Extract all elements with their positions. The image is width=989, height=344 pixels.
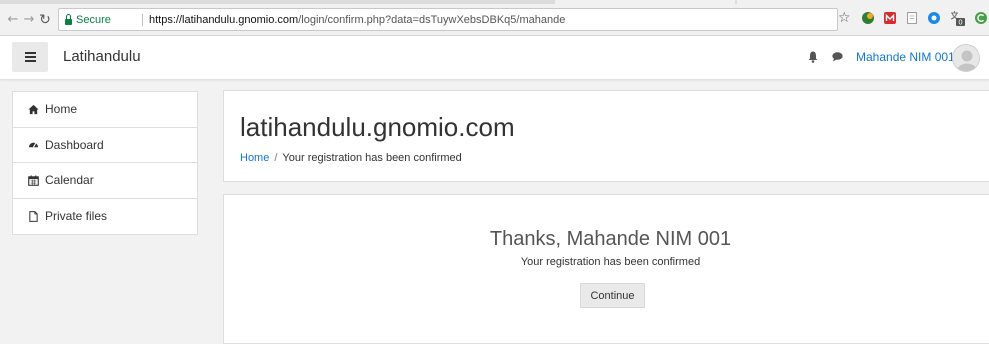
sidebar-item-label: Private files [45, 209, 108, 224]
home-icon [28, 104, 39, 114]
chat-icon[interactable] [832, 52, 843, 62]
user-silhouette-icon [957, 50, 977, 71]
tab-strip [0, 0, 989, 4]
confirmation-message: Your registration has been confirmed [520, 256, 701, 268]
url-host: https://latihandulu.gnomio.com [149, 14, 299, 26]
green-leaf-icon[interactable] [861, 11, 875, 25]
thanks-heading: Thanks, Mahande NIM 001 [489, 228, 732, 250]
extension-badge: 0 [958, 19, 962, 27]
page-header: latihandulu.gnomio.com Home / Your registr… [223, 90, 989, 182]
sidebar-item-label: Dashboard [45, 137, 104, 152]
page-icon[interactable] [905, 11, 919, 25]
sidebar-item-private-files[interactable]: Private files [13, 199, 197, 235]
breadcrumb: Home / Your registration has been confirme… [240, 152, 462, 164]
reload-icon[interactable]: ↻ [37, 12, 53, 28]
forward-arrow-icon[interactable]: → [21, 12, 37, 28]
url-text[interactable]: https://latihandulu.gnomio.com/login/con… [149, 12, 565, 28]
red-m-icon[interactable] [883, 11, 897, 25]
dashboard-icon [28, 142, 39, 148]
continue-button[interactable]: Continue [580, 283, 645, 308]
browser-toolbar: ← → ↻ Secure https://latihandulu.gnomio.… [0, 0, 989, 36]
sidebar-item-home[interactable]: Home [13, 92, 197, 128]
address-bar[interactable]: Secure https://latihandulu.gnomio.com/lo… [58, 8, 838, 31]
user-name[interactable]: Mahande NIM 001 [856, 50, 955, 64]
page-title: latihandulu.gnomio.com [240, 112, 515, 142]
sidebar-item-label: Calendar [45, 173, 94, 188]
site-brand[interactable]: Latihandulu [63, 48, 141, 65]
nav-drawer: Home Dashboard Calendar Private files [12, 91, 198, 235]
secure-label: Secure [76, 14, 111, 26]
divider [142, 14, 143, 26]
breadcrumb-current: Your registration has been confirmed [282, 152, 462, 164]
green-c-icon[interactable] [974, 11, 988, 25]
sidebar-item-dashboard[interactable]: Dashboard [13, 128, 197, 163]
bell-icon[interactable] [808, 51, 818, 63]
top-navbar: Latihandulu Mahande NIM 001 [0, 36, 989, 80]
lock-icon [65, 14, 72, 25]
browser-tab[interactable] [555, 0, 735, 4]
main-content: Thanks, Mahande NIM 001 Your registratio… [223, 194, 989, 344]
breadcrumb-separator: / [274, 152, 278, 164]
secure-indicator[interactable]: Secure [65, 12, 111, 28]
sidebar-item-calendar[interactable]: Calendar [13, 163, 197, 199]
calendar-icon [28, 175, 39, 186]
blue-circle-icon[interactable] [927, 11, 941, 25]
url-path: /login/confirm.php?data=dsTuywXebsDBKq5/… [298, 14, 566, 26]
back-arrow-icon[interactable]: ← [5, 12, 21, 28]
file-icon [29, 210, 38, 222]
avatar[interactable] [952, 44, 980, 72]
star-icon[interactable]: ☆ [838, 10, 851, 26]
browser-tab[interactable] [737, 0, 989, 4]
translate-badge-icon[interactable]: 0 [949, 9, 967, 27]
breadcrumb-home-link[interactable]: Home [240, 152, 269, 164]
menu-icon[interactable] [12, 42, 48, 72]
sidebar-item-label: Home [45, 102, 78, 117]
